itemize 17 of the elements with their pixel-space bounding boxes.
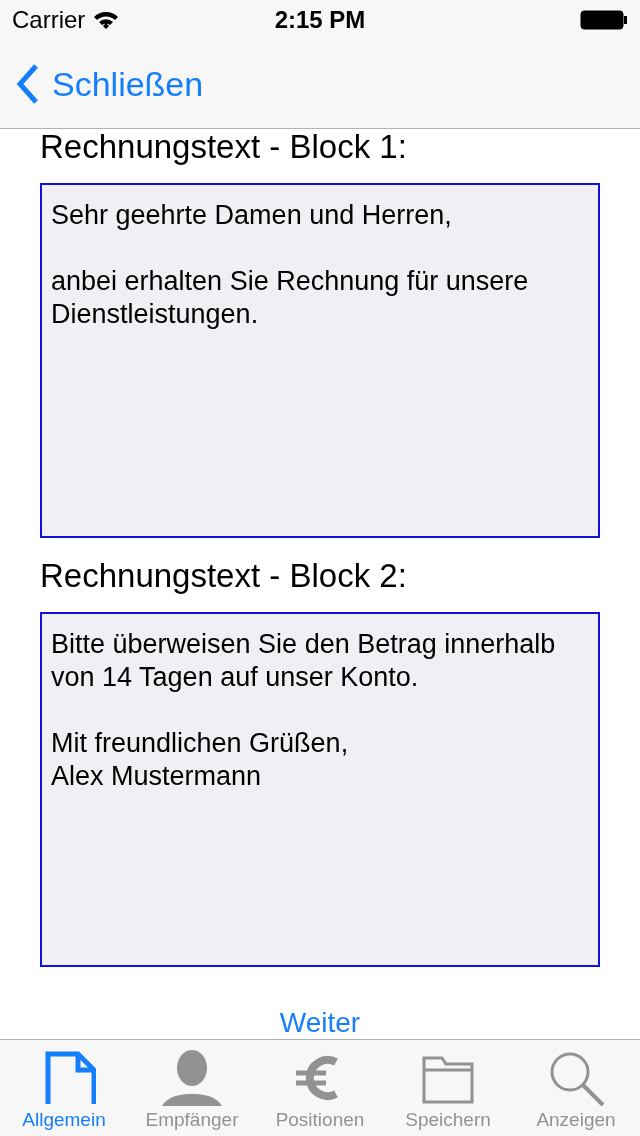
next-button[interactable]: Weiter xyxy=(279,1007,361,1039)
block-label: Rechnungstext - Block 2: xyxy=(40,558,408,594)
chevron-left-icon xyxy=(16,64,40,104)
status-time: 2:15 PM xyxy=(274,5,366,35)
tab[interactable]: Allgemein xyxy=(0,1040,128,1136)
tab[interactable]: Positionen xyxy=(256,1040,384,1136)
person-icon xyxy=(160,1048,224,1108)
back-button[interactable]: Schließen xyxy=(16,58,204,110)
tab[interactable]: Anzeigen xyxy=(512,1040,640,1136)
text-area[interactable]: Sehr geehrte Damen und Herren, anbei erhalten Sie Rechnung für unsere Dienstleistungen. xyxy=(40,183,600,538)
block-label: Rechnungstext - Block 1: xyxy=(40,129,408,165)
tab[interactable]: Speichern xyxy=(384,1040,512,1136)
battery-icon xyxy=(580,10,628,30)
wifi-icon xyxy=(93,10,120,30)
tab[interactable]: Empfänger xyxy=(128,1040,256,1136)
text-area[interactable]: Bitte überweisen Sie den Betrag innerhalb von 14 Tagen auf unser Konto. Mit freundlichen Grüßen, Alex Mustermann xyxy=(40,612,600,967)
carrier-label: Carrier xyxy=(12,5,86,35)
